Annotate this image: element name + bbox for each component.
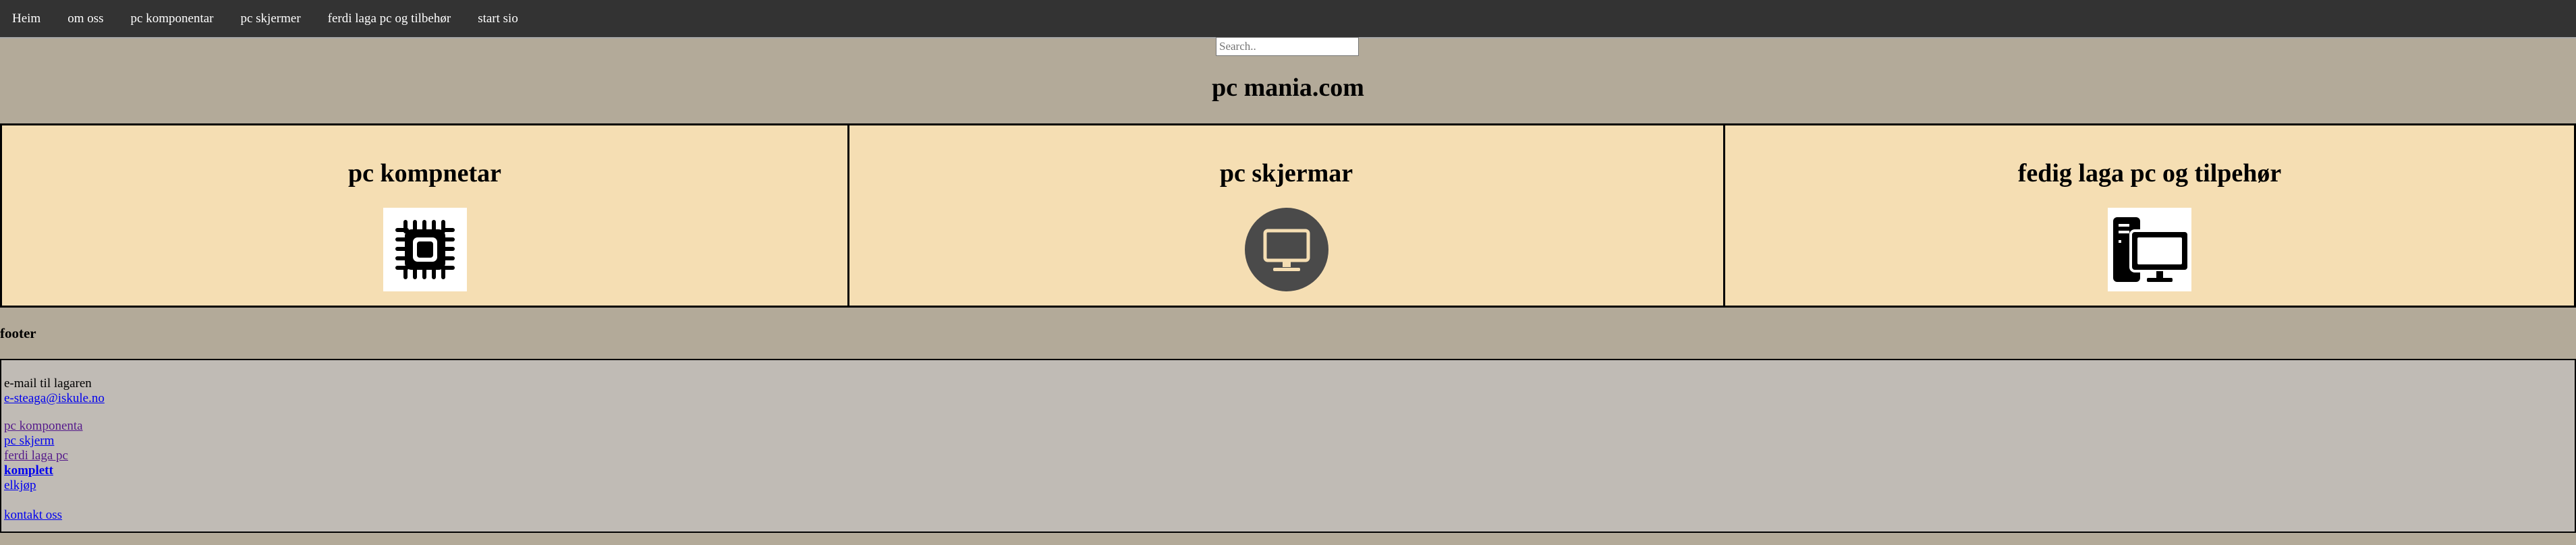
card-title: fedig laga pc og tilpehør [2017, 159, 2282, 188]
monitor-icon[interactable] [1244, 208, 1328, 291]
footer-links: pc komponenta pc skjerm ferdi laga pc ko… [4, 419, 2572, 493]
nav-item-ferdi-laga-pc[interactable]: ferdi laga pc og tilbehør [314, 0, 465, 37]
email-link[interactable]: e-steaga@iskule.no [4, 391, 105, 405]
footer-link-elkjop[interactable]: elkjøp [4, 478, 2572, 493]
category-cards: pc kompnetar pc skjermar fedig laga pc o… [0, 123, 2576, 308]
card-title: pc skjermar [1219, 159, 1353, 188]
nav-item-pc-komponentar[interactable]: pc komponentar [117, 0, 227, 37]
footer-link-komplett[interactable]: komplett [4, 463, 2572, 478]
footer-link-ferdi-laga-pc[interactable]: ferdi laga pc [4, 449, 2572, 463]
nav-item-pc-skjermer[interactable]: pc skjermer [227, 0, 314, 37]
search-input[interactable] [1216, 37, 1359, 56]
card-ferdi-laga-pc[interactable]: fedig laga pc og tilpehør [1725, 123, 2576, 308]
footer-link-pc-skjerm[interactable]: pc skjerm [4, 434, 2572, 449]
cpu-chip-icon[interactable] [383, 208, 467, 291]
card-title: pc kompnetar [348, 159, 501, 188]
email-label: e-mail til lagaren [4, 376, 92, 391]
top-nav: Heim om oss pc komponentar pc skjermer f… [0, 0, 2576, 38]
nav-item-start-sio[interactable]: start sio [464, 0, 532, 37]
contact-link[interactable]: kontakt oss [4, 508, 62, 522]
footer-link-pc-komponenta[interactable]: pc komponenta [4, 419, 2572, 434]
page-title: pc mania.com [1212, 74, 1364, 102]
nav-item-om-oss[interactable]: om oss [54, 0, 117, 37]
footer-heading: footer [0, 325, 36, 341]
card-pc-skjermar[interactable]: pc skjermar [849, 123, 1725, 308]
desktop-pc-icon[interactable] [2108, 208, 2191, 291]
footer: e-mail til lagaren e-steaga@iskule.no pc… [0, 359, 2576, 533]
card-pc-komponentar[interactable]: pc kompnetar [0, 123, 849, 308]
nav-item-heim[interactable]: Heim [0, 0, 54, 37]
